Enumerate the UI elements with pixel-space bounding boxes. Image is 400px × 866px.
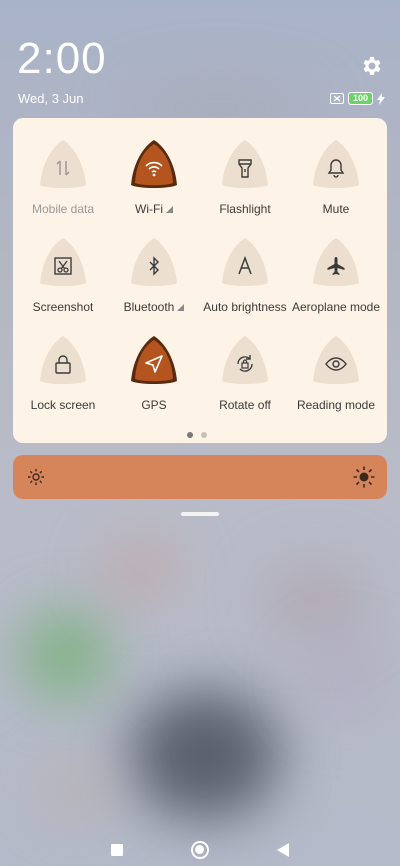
tile-label: GPS <box>141 398 166 412</box>
flashlight-icon <box>238 159 252 178</box>
expand-triangle-icon[interactable] <box>165 205 173 213</box>
tile-label: Lock screen <box>31 398 96 412</box>
bell-icon <box>327 159 345 178</box>
tile-screenshot[interactable]: Screenshot <box>15 216 111 314</box>
tile-label-text: Aeroplane mode <box>291 300 381 314</box>
back-button[interactable] <box>276 842 290 858</box>
date-label: Wed, 3 Jun <box>18 91 84 106</box>
notification-header: 2:00 Wed, 3 Jun 100 <box>0 0 400 118</box>
charging-bolt-icon <box>377 92 385 105</box>
blurred-app-icon <box>130 690 280 820</box>
panel-drag-handle[interactable] <box>181 512 219 516</box>
tile-button[interactable] <box>37 237 89 286</box>
clock: 2:00 <box>17 34 107 83</box>
lock-icon <box>55 355 71 374</box>
tile-label-text: Flashlight <box>219 202 271 216</box>
battery-indicator: 100 <box>347 92 373 105</box>
tile-label: Aeroplane mode <box>292 300 380 314</box>
tile-wi-fi[interactable]: Wi-Fi <box>106 118 202 216</box>
tile-gps[interactable]: GPS <box>106 314 202 412</box>
tile-label: Rotate off <box>219 398 271 412</box>
tile-lock-screen[interactable]: Lock screen <box>15 314 111 412</box>
tile-label-text: Bluetooth <box>123 300 175 314</box>
tile-button[interactable] <box>310 237 362 286</box>
navigation-bar <box>0 826 400 859</box>
home-button[interactable] <box>191 841 209 859</box>
tile-label-text: GPS <box>141 398 167 412</box>
tile-button[interactable] <box>219 139 271 188</box>
brightness-low-icon <box>28 469 44 485</box>
no-sim-icon <box>329 93 344 104</box>
screenshot-icon <box>54 257 72 275</box>
tile-button[interactable] <box>310 335 362 384</box>
tile-reading-mode[interactable]: Reading mode <box>288 314 384 412</box>
tile-label-text: Auto brightness <box>203 300 287 314</box>
eye-icon <box>325 357 347 371</box>
tile-label-text: Lock screen <box>30 398 96 412</box>
tile-auto-brightness[interactable]: Auto brightness <box>197 216 293 314</box>
tile-button[interactable] <box>219 237 271 286</box>
tile-mobile-data[interactable]: Mobile data <box>15 118 111 216</box>
tile-label: Mobile data <box>32 202 94 216</box>
tile-label: Wi-Fi <box>135 202 173 216</box>
expand-triangle-icon[interactable] <box>177 303 185 311</box>
recent-apps-button[interactable] <box>111 844 123 856</box>
auto-brightness-icon <box>238 255 252 275</box>
blurred-app-icon <box>30 760 120 820</box>
tile-label-text: Wi-Fi <box>135 202 163 216</box>
tile-label: Bluetooth <box>124 300 185 314</box>
tile-aeroplane-mode[interactable]: Aeroplane mode <box>288 216 384 314</box>
page-dot-1[interactable] <box>187 432 193 438</box>
blurred-app-icon <box>100 540 180 600</box>
tile-label-text: Mobile data <box>31 202 95 216</box>
location-arrow-icon <box>145 355 163 373</box>
wifi-icon <box>145 161 163 177</box>
tile-button[interactable] <box>37 335 89 384</box>
brightness-high-icon <box>353 466 375 488</box>
page-dot-2[interactable] <box>201 432 207 438</box>
tile-rotate-off[interactable]: Rotate off <box>197 314 293 412</box>
tile-label-text: Mute <box>322 202 350 216</box>
bluetooth-icon <box>149 256 159 276</box>
mobile-data-icon <box>56 160 70 176</box>
page-indicator <box>187 432 207 438</box>
airplane-icon <box>327 257 345 275</box>
quick-settings-panel: Mobile data Wi-Fi Flashlight Mute Screenshot… <box>13 118 387 443</box>
blurred-app-icon <box>20 610 110 700</box>
tile-label: Flashlight <box>219 202 270 216</box>
tile-bluetooth[interactable]: Bluetooth <box>106 216 202 314</box>
tile-label: Auto brightness <box>203 300 286 314</box>
tile-mute[interactable]: Mute <box>288 118 384 216</box>
status-icons: 100 <box>329 92 385 105</box>
tile-button[interactable] <box>128 139 180 188</box>
tile-button[interactable] <box>128 237 180 286</box>
tile-flashlight[interactable]: Flashlight <box>197 118 293 216</box>
tile-button[interactable] <box>37 139 89 188</box>
tile-label: Reading mode <box>297 398 375 412</box>
tile-label-text: Rotate off <box>219 398 271 412</box>
gear-icon[interactable] <box>360 54 384 78</box>
tile-label: Mute <box>323 202 350 216</box>
brightness-slider[interactable] <box>13 455 387 499</box>
rotate-lock-icon <box>237 355 253 372</box>
tile-button[interactable] <box>219 335 271 384</box>
tile-button[interactable] <box>310 139 362 188</box>
tile-button[interactable] <box>128 335 180 384</box>
tile-label-text: Screenshot <box>32 300 94 314</box>
blurred-app-icon <box>260 560 370 640</box>
tile-label: Screenshot <box>33 300 94 314</box>
blurred-app-icon <box>300 640 390 720</box>
tile-label-text: Reading mode <box>296 398 376 412</box>
